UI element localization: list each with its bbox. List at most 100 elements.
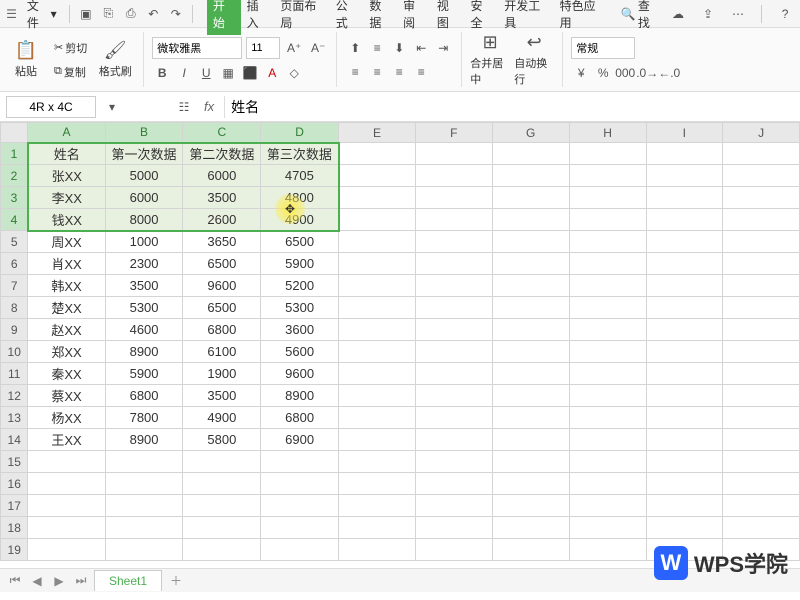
cell[interactable]: 钱XX	[28, 209, 105, 231]
cell[interactable]	[569, 407, 646, 429]
cell[interactable]	[492, 473, 569, 495]
decrease-font-icon[interactable]: A⁻	[308, 38, 328, 58]
cell[interactable]: 6800	[261, 407, 339, 429]
cell[interactable]	[183, 451, 261, 473]
cell[interactable]	[415, 407, 492, 429]
cell[interactable]	[492, 429, 569, 451]
cell[interactable]	[646, 407, 723, 429]
cell[interactable]	[569, 429, 646, 451]
cloud-icon[interactable]: ☁	[667, 3, 689, 25]
cell[interactable]	[415, 451, 492, 473]
cell[interactable]	[339, 385, 416, 407]
row-header[interactable]: 18	[1, 517, 28, 539]
cell[interactable]: 4900	[261, 209, 339, 231]
cell[interactable]: 8900	[105, 341, 183, 363]
cell[interactable]	[646, 297, 723, 319]
comma-icon[interactable]: 000	[615, 63, 635, 83]
col-header[interactable]: D	[261, 123, 339, 143]
col-header[interactable]: I	[646, 123, 723, 143]
cell[interactable]	[646, 495, 723, 517]
cell[interactable]: 3650	[183, 231, 261, 253]
sheet-tab-active[interactable]: Sheet1	[94, 570, 162, 591]
cell[interactable]: 5800	[183, 429, 261, 451]
name-box[interactable]	[6, 96, 96, 118]
cell[interactable]	[492, 231, 569, 253]
cell[interactable]: 张XX	[28, 165, 105, 187]
undo-icon[interactable]: ↶	[143, 3, 163, 25]
cell[interactable]	[723, 385, 800, 407]
cell[interactable]	[492, 143, 569, 165]
cell[interactable]: 6500	[261, 231, 339, 253]
cell[interactable]	[492, 209, 569, 231]
cell[interactable]	[339, 275, 416, 297]
row-header[interactable]: 11	[1, 363, 28, 385]
cell[interactable]: 3500	[105, 275, 183, 297]
cell[interactable]: 5200	[261, 275, 339, 297]
cell[interactable]	[492, 363, 569, 385]
col-header[interactable]: J	[723, 123, 800, 143]
indent-decrease-icon[interactable]: ⇤	[411, 38, 431, 58]
tab-page-layout[interactable]: 页面布局	[274, 0, 329, 35]
save-icon[interactable]: ▣	[76, 3, 96, 25]
cell[interactable]	[646, 429, 723, 451]
merge-center-button[interactable]: ⊞ 合并居中	[470, 33, 510, 87]
cell[interactable]	[415, 165, 492, 187]
cell[interactable]: 6500	[183, 253, 261, 275]
cell[interactable]: 8900	[105, 429, 183, 451]
cell[interactable]	[569, 143, 646, 165]
col-header[interactable]: C	[183, 123, 261, 143]
fx-insert-icon[interactable]: ☷	[174, 97, 194, 117]
cell[interactable]	[105, 451, 183, 473]
row-header[interactable]: 14	[1, 429, 28, 451]
cell[interactable]	[723, 275, 800, 297]
cell[interactable]	[723, 143, 800, 165]
cell[interactable]	[646, 473, 723, 495]
row-header[interactable]: 15	[1, 451, 28, 473]
cell[interactable]	[492, 451, 569, 473]
currency-icon[interactable]: ¥	[571, 63, 591, 83]
cell[interactable]: 5900	[261, 253, 339, 275]
cell[interactable]	[415, 297, 492, 319]
align-center-icon[interactable]: ≡	[367, 62, 387, 82]
cell[interactable]	[723, 319, 800, 341]
cell[interactable]	[646, 385, 723, 407]
tab-start[interactable]: 开始	[207, 0, 241, 35]
cell[interactable]: 5900	[105, 363, 183, 385]
cell[interactable]	[339, 539, 416, 561]
cell[interactable]: 6800	[183, 319, 261, 341]
cell[interactable]	[339, 517, 416, 539]
cell[interactable]	[646, 253, 723, 275]
cell[interactable]	[415, 187, 492, 209]
col-header[interactable]: A	[28, 123, 105, 143]
row-header[interactable]: 19	[1, 539, 28, 561]
col-header[interactable]: F	[415, 123, 492, 143]
border-icon[interactable]: ▦	[218, 63, 238, 83]
align-bottom-icon[interactable]: ⬇	[389, 38, 409, 58]
indent-increase-icon[interactable]: ⇥	[433, 38, 453, 58]
cell[interactable]: 6000	[183, 165, 261, 187]
cell[interactable]	[569, 385, 646, 407]
cell[interactable]	[415, 517, 492, 539]
cell[interactable]: 第三次数据	[261, 143, 339, 165]
cell[interactable]: 6500	[183, 297, 261, 319]
cell[interactable]	[569, 473, 646, 495]
row-header[interactable]: 5	[1, 231, 28, 253]
cell[interactable]	[183, 495, 261, 517]
row-header[interactable]: 13	[1, 407, 28, 429]
tab-view[interactable]: 视图	[431, 0, 465, 35]
cell[interactable]	[415, 385, 492, 407]
cell[interactable]	[415, 429, 492, 451]
percent-icon[interactable]: %	[593, 63, 613, 83]
align-left-icon[interactable]: ≡	[345, 62, 365, 82]
cell[interactable]: 4900	[183, 407, 261, 429]
font-size-select[interactable]	[246, 37, 280, 59]
font-color-icon[interactable]: A	[262, 63, 282, 83]
cell[interactable]	[105, 495, 183, 517]
cell[interactable]	[28, 495, 105, 517]
format-painter-button[interactable]: 🖌 格式刷	[95, 33, 135, 87]
cell[interactable]	[723, 253, 800, 275]
tab-data[interactable]: 数据	[363, 0, 397, 35]
cell[interactable]	[492, 385, 569, 407]
cell[interactable]: 杨XX	[28, 407, 105, 429]
cell[interactable]	[339, 187, 416, 209]
